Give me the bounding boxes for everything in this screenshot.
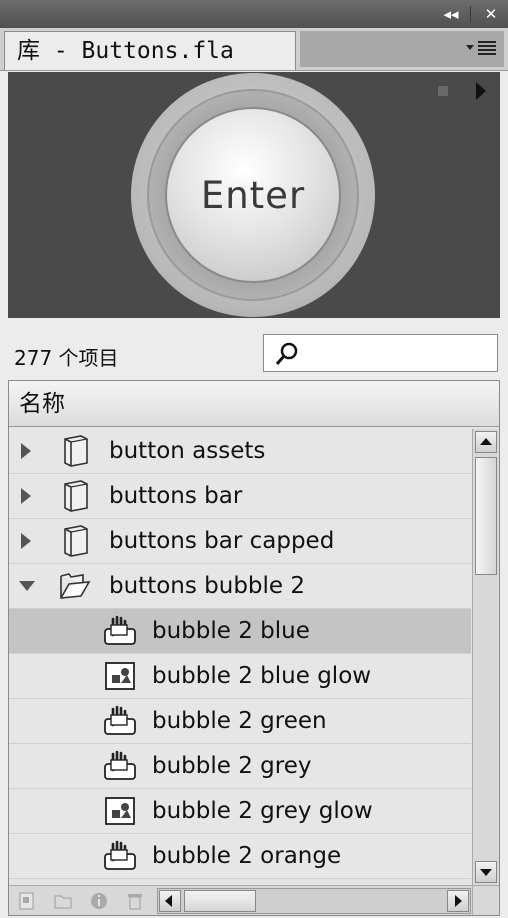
graphic-symbol-icon: [103, 795, 137, 827]
list-item[interactable]: bubble 2 grey glow: [9, 789, 471, 834]
button-symbol-icon: [103, 705, 137, 737]
close-icon[interactable]: ✕: [480, 4, 502, 24]
scrollbar-corner: [472, 886, 499, 915]
button-symbol-icon: [103, 840, 137, 872]
vertical-scroll-thumb[interactable]: [475, 457, 497, 575]
folder-icon: [57, 435, 91, 467]
properties-icon[interactable]: [89, 891, 109, 911]
expander-open-icon[interactable]: [19, 581, 35, 591]
search-input[interactable]: [263, 334, 498, 372]
folder-icon: [57, 480, 91, 512]
graphic-symbol-icon: [103, 660, 137, 692]
library-bottom-toolbar: [9, 885, 499, 915]
preview-button-label: Enter: [200, 173, 306, 217]
expander-closed-icon[interactable]: [21, 533, 31, 549]
tab-row: 库 - Buttons.fla: [0, 28, 508, 71]
scroll-up-icon[interactable]: [475, 431, 497, 453]
list-item[interactable]: button assets: [9, 429, 471, 474]
list-item-label: buttons bubble 2: [109, 573, 306, 599]
expander-closed-icon[interactable]: [21, 443, 31, 459]
tab-library[interactable]: 库 - Buttons.fla: [4, 31, 296, 70]
delete-icon[interactable]: [125, 891, 145, 911]
search-icon: [275, 342, 298, 365]
scroll-down-icon[interactable]: [475, 861, 497, 883]
panel-titlebar: ◂◂ ✕: [0, 0, 508, 28]
list-item-label: bubble 2 blue: [152, 618, 310, 644]
library-panel: 库 - Buttons.fla Enter 277 个项目 名称 button …: [0, 28, 508, 918]
horizontal-scroll-thumb[interactable]: [184, 890, 256, 912]
list-item[interactable]: buttons bubble 2: [9, 564, 471, 609]
list-item-label: bubble 2 grey glow: [152, 798, 373, 824]
list-item[interactable]: bubble 2 green: [9, 699, 471, 744]
list-item[interactable]: bubble 2 grey: [9, 744, 471, 789]
column-header-name[interactable]: 名称: [9, 381, 499, 427]
play-icon[interactable]: [476, 82, 486, 100]
symbol-preview: Enter: [8, 72, 500, 318]
list-item[interactable]: buttons bar capped: [9, 519, 471, 564]
new-symbol-icon[interactable]: [17, 891, 37, 911]
button-symbol-icon: [103, 750, 137, 782]
item-count: 277 个项目: [14, 346, 119, 370]
stop-icon[interactable]: [438, 86, 448, 96]
list-item-label: buttons bar capped: [109, 528, 335, 554]
list-item[interactable]: bubble 2 orange: [9, 834, 471, 879]
new-folder-icon[interactable]: [53, 891, 73, 911]
list-item-label: bubble 2 orange: [152, 843, 342, 869]
expander-closed-icon[interactable]: [21, 488, 31, 504]
double-chevron-left-icon[interactable]: ◂◂: [440, 4, 462, 24]
list-item-label: button assets: [109, 438, 266, 464]
scroll-left-icon[interactable]: [159, 890, 181, 912]
vertical-scrollbar[interactable]: [472, 429, 499, 885]
list-item-label: bubble 2 green: [152, 708, 327, 734]
list-item-label: buttons bar: [109, 483, 243, 509]
horizontal-scrollbar[interactable]: [157, 888, 471, 914]
folder-open-icon: [57, 570, 91, 602]
preview-button-graphic: Enter: [131, 73, 375, 317]
folder-icon: [57, 525, 91, 557]
button-symbol-icon: [103, 615, 137, 647]
scroll-right-icon[interactable]: [447, 890, 469, 912]
list-item[interactable]: bubble 2 blue: [9, 609, 471, 654]
list-item[interactable]: bubble 2 blue glow: [9, 654, 471, 699]
library-rows: button assets buttons bar buttons bar capp…: [9, 429, 471, 879]
list-item-label: bubble 2 blue glow: [152, 663, 372, 689]
panel-menu-icon[interactable]: [466, 38, 500, 60]
titlebar-divider: [470, 6, 471, 22]
list-item-label: bubble 2 grey: [152, 753, 312, 779]
list-item[interactable]: buttons bar: [9, 474, 471, 519]
library-list: 名称 button assets buttons bar buttons bar c…: [8, 380, 500, 916]
